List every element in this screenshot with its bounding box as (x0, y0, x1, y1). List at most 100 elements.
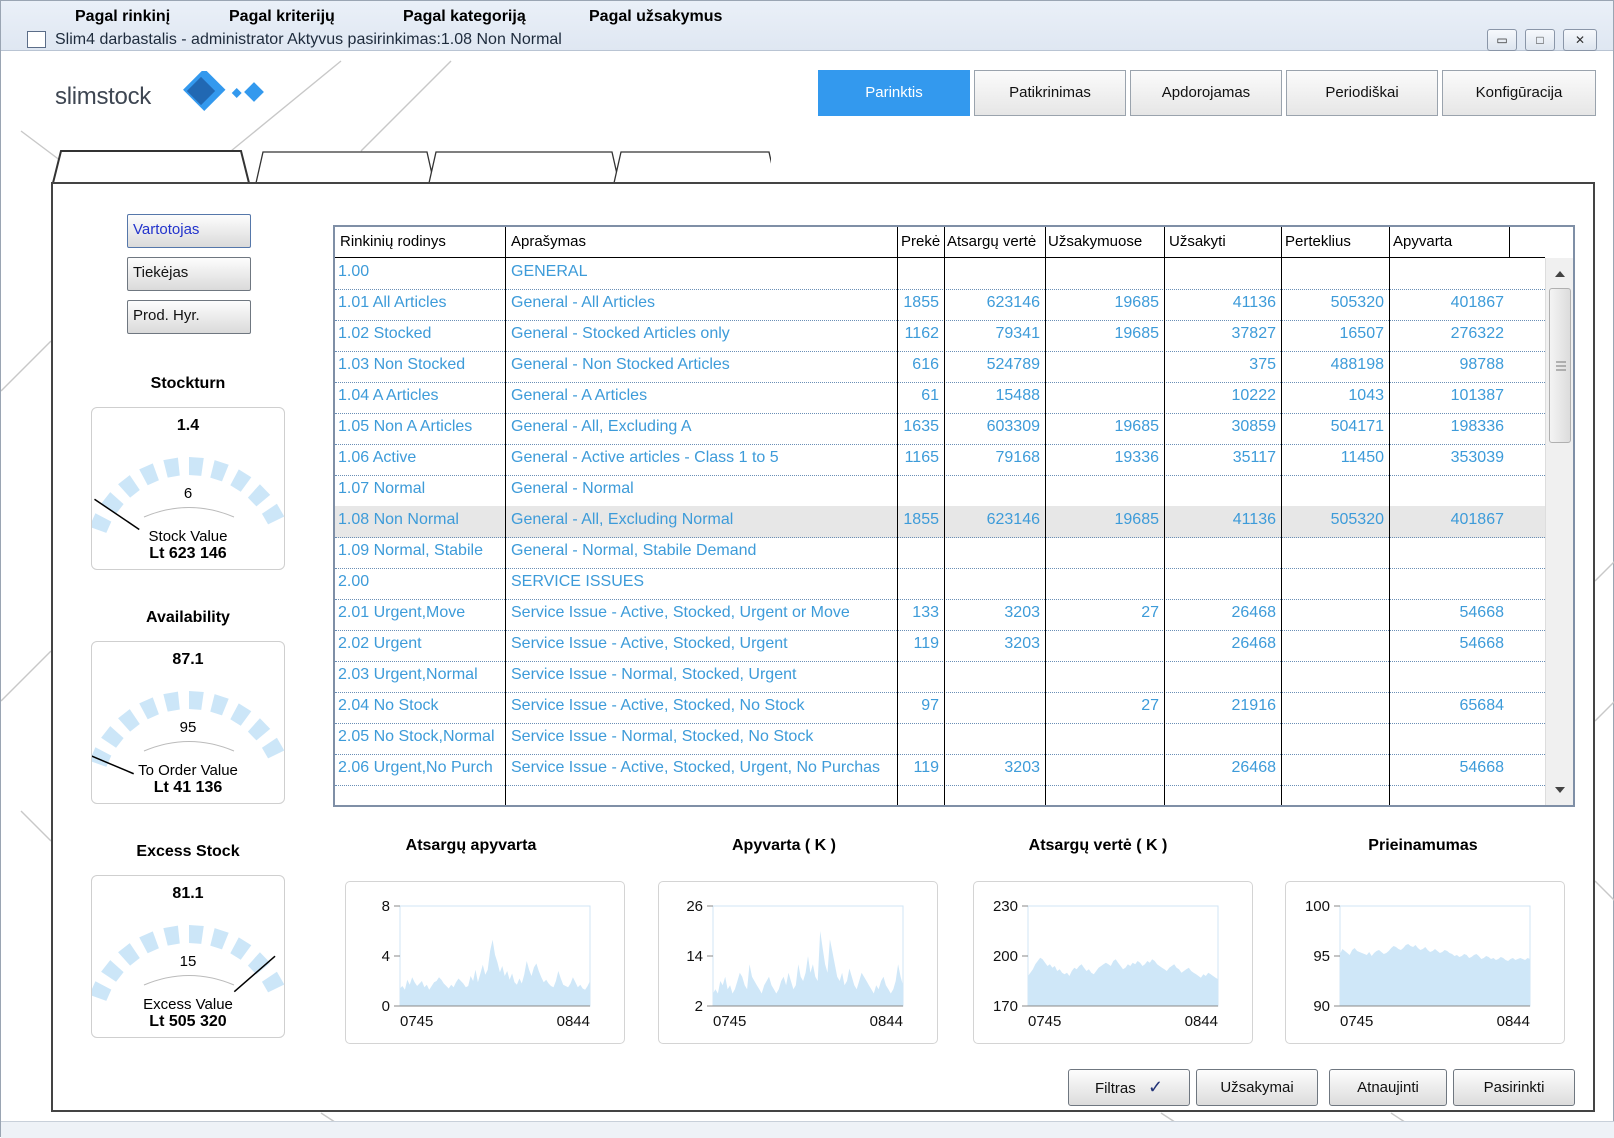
chart-plot: 8 4 0 0745 0844 (382, 898, 591, 1030)
table-row[interactable]: 2.00 SERVICE ISSUES (335, 568, 1545, 600)
status-strip (1, 1121, 1614, 1138)
gauge-segment (189, 691, 204, 710)
table-cell: 19685 (1114, 294, 1160, 311)
table-row[interactable]: 2.01 Urgent,Move Service Issue - Active, … (335, 599, 1545, 631)
table-cell: 1.00 (338, 263, 370, 280)
table-cell: 79168 (995, 449, 1041, 466)
table-row[interactable]: 2.06 Urgent,No Purch Service Issue - Acti… (335, 754, 1545, 786)
pasirinkti-button[interactable]: Pasirinkti (1453, 1069, 1575, 1106)
table-row[interactable]: 1.09 Normal, Stabile General - Normal, St… (335, 537, 1545, 569)
stockturn-value: 1.4 (176, 417, 200, 434)
table-row[interactable]: 1.05 Non A Articles General - All, Exclud… (335, 413, 1545, 445)
scroll-down-icon[interactable] (1546, 778, 1574, 802)
x-tick-label: 0844 (1497, 1013, 1530, 1030)
table-row[interactable]: 1.08 Non Normal General - All, Excluding … (335, 506, 1545, 538)
table-cell: Service Issue - Active, Stocked, No Stoc… (511, 697, 805, 714)
table-cell: 19685 (1114, 418, 1160, 435)
col-header-atsargu-verte[interactable]: Atsargų vertė (947, 233, 1047, 250)
availability-gauge: 87.1 95 To Order Value Lt 41 136 (91, 641, 285, 804)
table-cell: General - All, Excluding Normal (511, 511, 734, 528)
table-row[interactable]: 1.07 Normal General - Normal (335, 475, 1545, 507)
table-cell: 10222 (1231, 387, 1277, 404)
table-cell: 3203 (1004, 759, 1040, 776)
prod-hyr-button[interactable]: Prod. Hyr. (127, 300, 251, 334)
tab-pagal-kategorija[interactable]: Pagal kategoriją (385, 1, 544, 34)
y-tick-label: 200 (993, 948, 1018, 965)
table-cell: 603309 (986, 418, 1040, 435)
gauge-segment (261, 737, 285, 759)
scroll-up-icon[interactable] (1546, 262, 1574, 286)
tab-pagal-kriteriju[interactable]: Pagal kriterijų (211, 1, 353, 34)
tab-pagal-uzsakymus[interactable]: Pagal užsakymus (571, 1, 740, 34)
table-row[interactable]: 1.04 A Articles General - A Articles 61 154… (335, 382, 1545, 414)
excess-stock-target: 15 (179, 953, 197, 970)
grid-vertical-scrollbar[interactable] (1545, 258, 1574, 805)
col-header-aprasymas[interactable]: Aprašymas (511, 233, 891, 250)
gauge-segment (139, 697, 159, 720)
nav-parinktis[interactable]: Parinktis (818, 70, 970, 116)
table-cell: General - Stocked Articles only (511, 325, 730, 342)
atnaujinti-button[interactable]: Atnaujinti (1329, 1069, 1447, 1106)
table-row[interactable]: 1.00 GENERAL (335, 258, 1545, 290)
col-header-uzsakyti[interactable]: Užsakyti (1169, 233, 1281, 250)
col-divider (1045, 227, 1046, 805)
close-button[interactable]: ✕ (1563, 29, 1597, 51)
table-cell: 27 (1141, 697, 1159, 714)
col-header-perteklius[interactable]: Perteklius (1285, 233, 1389, 250)
col-header-uzsakymuose[interactable]: Užsakymuose (1048, 233, 1166, 250)
table-cell: 1043 (1348, 387, 1384, 404)
nav-periodiskai[interactable]: Periodiškai (1286, 70, 1438, 116)
stock-value-amount: Lt 623 146 (149, 545, 227, 562)
app-window: Slim4 darbastalis - administrator Aktyvu… (0, 0, 1614, 1138)
table-row[interactable]: 2.05 No Stock,Normal Service Issue - Norm… (335, 723, 1545, 755)
table-row[interactable]: 1.01 All Articles General - All Articles 1… (335, 289, 1545, 321)
table-cell: 79341 (995, 325, 1041, 342)
minimize-button[interactable]: ▭ (1487, 29, 1517, 51)
x-tick-label: 0844 (870, 1013, 903, 1030)
uzsakymai-button[interactable]: Užsakymai (1196, 1069, 1318, 1106)
table-row[interactable]: 1.02 Stocked General - Stocked Articles o… (335, 320, 1545, 352)
chart-atsargu-apyvarta: 8 4 0 0745 0844 (345, 881, 625, 1044)
gauge-segment (210, 694, 229, 716)
filter-button[interactable]: Filtras ✓ (1068, 1069, 1190, 1106)
chart-plot: 230 200 170 0745 0844 (993, 898, 1219, 1030)
selection-grid[interactable]: Rinkinių rodinys Aprašymas Prekė Atsargų… (333, 225, 1575, 807)
col-header-rinkiniu-rodinys[interactable]: Rinkinių rodinys (340, 233, 500, 250)
y-tick-label: 100 (1305, 898, 1330, 915)
y-tick-label: 0 (382, 998, 390, 1015)
table-cell: 623146 (986, 294, 1040, 311)
table-cell: General - Non Stocked Articles (511, 356, 730, 373)
nav-apdorojamas[interactable]: Apdorojamas (1130, 70, 1282, 116)
nav-konfiguracija[interactable]: Konfigūracija (1442, 70, 1596, 116)
col-header-preke[interactable]: Prekė (901, 233, 945, 250)
table-row[interactable]: 2.03 Urgent,Normal Service Issue - Normal… (335, 661, 1545, 693)
nav-patikrinimas[interactable]: Patikrinimas (974, 70, 1126, 116)
maximize-button[interactable]: □ (1525, 29, 1555, 51)
table-cell: 11450 (1340, 449, 1384, 466)
gauge-segment (261, 503, 285, 525)
gauge-segment (261, 971, 285, 993)
x-tick-label: 0844 (1185, 1013, 1218, 1030)
y-tick-label: 95 (1313, 948, 1330, 965)
vartotojas-button[interactable]: Vartotojas (127, 214, 251, 248)
stockturn-caption: Stock Value Lt 623 146 (92, 528, 284, 562)
table-row[interactable]: 2.04 No Stock Service Issue - Active, Sto… (335, 692, 1545, 724)
grid-header: Rinkinių rodinys Aprašymas Prekė Atsargų… (335, 227, 1545, 258)
to-order-value-label: To Order Value (138, 762, 238, 779)
excess-stock-title: Excess Stock (136, 843, 240, 860)
scrollbar-thumb[interactable] (1549, 288, 1571, 443)
col-divider (897, 227, 898, 805)
table-cell: 54668 (1459, 635, 1505, 652)
table-cell: 2.01 Urgent,Move (338, 604, 466, 621)
availability-value: 87.1 (172, 651, 204, 668)
gauge-segment (210, 928, 229, 950)
table-row[interactable]: 1.06 Active General - Active articles - C… (335, 444, 1545, 476)
col-header-apyvarta[interactable]: Apyvarta (1393, 233, 1511, 250)
table-cell: 2.00 (338, 573, 370, 590)
table-row[interactable]: 1.03 Non Stocked General - Non Stocked Ar… (335, 351, 1545, 383)
tab-pagal-rinkini[interactable]: Pagal rinkinį (57, 1, 188, 34)
table-cell: 35117 (1232, 449, 1276, 466)
tiekejas-button[interactable]: Tiekėjas (127, 257, 251, 291)
table-row[interactable]: 2.02 Urgent Service Issue - Active, Stock… (335, 630, 1545, 662)
col-divider (1389, 227, 1390, 805)
